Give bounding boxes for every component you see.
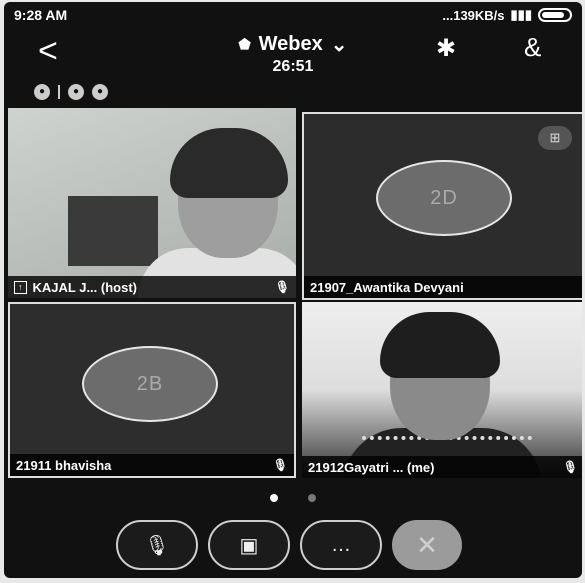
close-icon: ✕	[416, 529, 438, 560]
status-icons: ● ● ●	[34, 84, 108, 100]
participant-name: 21911 bhavisha	[16, 457, 112, 473]
muted-mic-icon: 🎙	[272, 458, 288, 472]
mini-status-icon: ●	[34, 84, 50, 100]
share-icon: ↑	[14, 280, 27, 294]
name-bar: 21907_Awantika Devyani	[304, 276, 582, 298]
meeting-header: < ⬟ Webex ⌄ 26:51 ✱ &	[4, 32, 582, 78]
background-board	[68, 196, 158, 266]
video-camera-icon: ▣	[239, 534, 259, 557]
battery-icon	[538, 8, 572, 22]
mute-button[interactable]: 🎙	[116, 520, 198, 570]
more-icon: …	[331, 533, 351, 556]
app-title: Webex	[258, 33, 323, 55]
avatar: 2B	[82, 346, 218, 422]
status-right: ...139KB/s ▮▮▮	[442, 7, 572, 23]
participant-name: 21907_Awantika Devyani	[310, 279, 464, 295]
name-bar: ↑ KAJAL J... (host) 🎙	[8, 276, 296, 298]
chevron-down-icon: ⌄	[330, 34, 348, 56]
page-indicator	[270, 494, 316, 502]
mic-icon: 🎙	[274, 280, 290, 294]
layout-icon[interactable]: ⊞	[538, 126, 572, 150]
name-bar: 21911 bhavisha 🎙	[10, 454, 294, 476]
page-dot[interactable]	[308, 494, 316, 502]
video-tile-awantika[interactable]: ⊞ 2D 21907_Awantika Devyani	[302, 112, 582, 300]
video-tile-host[interactable]: ↑ KAJAL J... (host) 🎙	[8, 108, 296, 298]
status-bar: 9:28 AM ...139KB/s ▮▮▮	[4, 2, 582, 28]
screen: 9:28 AM ...139KB/s ▮▮▮ < ⬟ Webex ⌄ 26:51…	[4, 2, 582, 578]
signal-icon: ▮▮▮	[510, 7, 532, 22]
video-tile-bhavisha[interactable]: 2B 21911 bhavisha 🎙	[8, 302, 296, 478]
participants-icon[interactable]: &	[524, 32, 541, 63]
participant-name: 21912Gayatri ... (me)	[308, 459, 435, 475]
more-button[interactable]: …	[300, 520, 382, 570]
name-bar: 21912Gayatri ... (me) 🎙	[302, 456, 582, 478]
meeting-timer: 26:51	[272, 58, 314, 75]
participant-hair	[170, 128, 288, 198]
mini-status-icon: ●	[68, 84, 84, 100]
bluetooth-icon[interactable]: ✱	[436, 34, 456, 63]
video-button[interactable]: ▣	[208, 520, 290, 570]
video-tile-self[interactable]: 21912Gayatri ... (me) 🎙	[302, 302, 582, 478]
status-time: 9:28 AM	[14, 7, 68, 23]
shield-icon: ⬟	[238, 36, 251, 52]
muted-mic-icon: 🎙	[562, 460, 578, 474]
network-speed: ...139KB/s	[442, 7, 505, 23]
participant-hair	[380, 312, 500, 378]
end-call-button[interactable]: ✕	[392, 520, 462, 570]
divider	[58, 85, 60, 99]
participant-name: KAJAL J... (host)	[32, 279, 138, 295]
page-dot-active[interactable]	[270, 494, 278, 502]
call-controls: 🎙 ▣ … ✕	[116, 520, 462, 570]
meeting-title[interactable]: ⬟ Webex ⌄	[238, 32, 347, 57]
muted-mic-icon: 🎙	[144, 534, 170, 557]
mini-status-icon: ●	[92, 84, 108, 100]
avatar: 2D	[376, 160, 512, 236]
title-wrap: ⬟ Webex ⌄ 26:51	[4, 32, 582, 76]
